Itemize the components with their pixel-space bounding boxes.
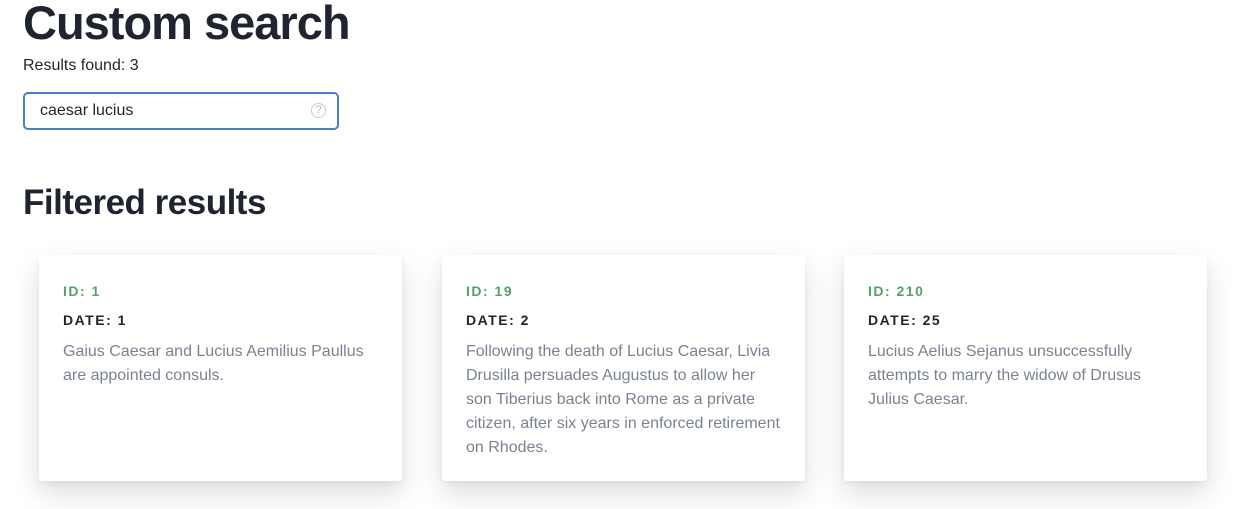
search-input[interactable] xyxy=(40,94,300,128)
result-card: ID: 19 DATE: 2 Following the death of Lu… xyxy=(442,255,805,481)
result-card: ID: 210 DATE: 25 Lucius Aelius Sejanus u… xyxy=(844,255,1207,481)
page-title: Custom search xyxy=(23,0,351,49)
help-icon[interactable]: ? xyxy=(311,103,326,118)
card-description: Following the death of Lucius Caesar, Li… xyxy=(466,343,780,456)
card-description: Gaius Caesar and Lucius Aemilius Paullus… xyxy=(63,343,364,384)
card-description: Lucius Aelius Sejanus unsuccessfully att… xyxy=(868,343,1141,408)
card-id: ID: 1 xyxy=(63,283,101,299)
card-date: DATE: 25 xyxy=(868,312,942,328)
result-card: ID: 1 DATE: 1 Gaius Caesar and Lucius Ae… xyxy=(39,255,402,481)
card-date: DATE: 2 xyxy=(466,312,530,328)
page: Custom search Results found: 3 ? Filtere… xyxy=(0,0,1246,509)
card-date: DATE: 1 xyxy=(63,312,127,328)
card-id: ID: 19 xyxy=(466,283,514,299)
search-box[interactable]: ? xyxy=(23,92,339,130)
card-id: ID: 210 xyxy=(868,283,925,299)
results-count: Results found: 3 xyxy=(23,57,139,74)
section-title: Filtered results xyxy=(23,183,266,222)
